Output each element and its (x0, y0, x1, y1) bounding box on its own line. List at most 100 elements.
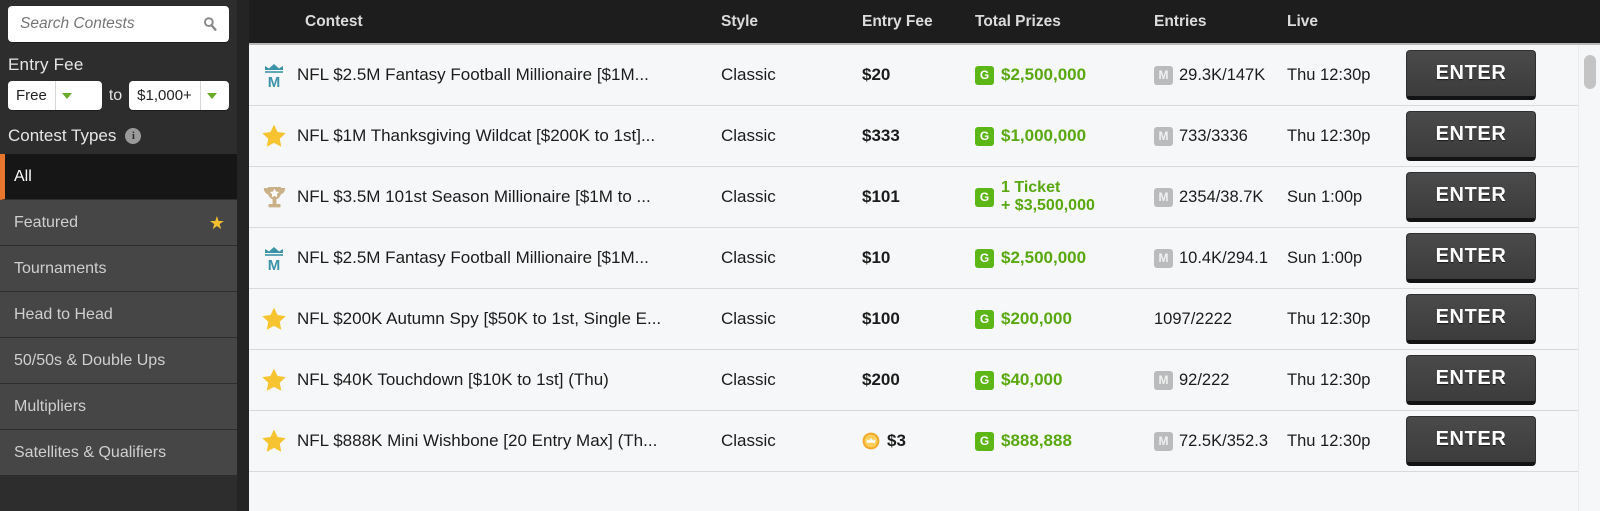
cell-contest[interactable]: NFL $3.5M 101st Season Millionaire [$1M … (249, 184, 721, 211)
star-icon (262, 124, 286, 147)
sidebar-item-label: 50/50s & Double Ups (14, 351, 166, 369)
millionaire-crown-icon: M (265, 64, 283, 89)
search-box[interactable] (8, 6, 229, 42)
sidebar-item-all[interactable]: All (0, 154, 237, 200)
contest-type-icon: M (259, 61, 289, 89)
search-input[interactable] (8, 6, 229, 42)
table-row-partial[interactable] (249, 472, 1600, 511)
multi-entry-badge-icon: M (1154, 126, 1173, 146)
cell-contest[interactable]: NFL $40K Touchdown [$10K to 1st] (Thu) (249, 367, 721, 393)
style-value: Classic (721, 248, 776, 267)
cell-contest[interactable]: NFL $1M Thanksgiving Wildcat [$200K to 1… (249, 123, 721, 149)
cell-action: ENTER (1406, 233, 1600, 283)
cell-entries: M 2354/38.7K (1154, 187, 1287, 207)
contest-name[interactable]: NFL $3.5M 101st Season Millionaire [$1M … (297, 187, 651, 207)
live-time: Sun 1:00p (1287, 249, 1363, 267)
cell-contest[interactable]: NFL $888K Mini Wishbone [20 Entry Max] (… (249, 428, 721, 454)
column-header-entry-fee[interactable]: Entry Fee (862, 13, 975, 31)
contest-type-icon (259, 367, 289, 393)
cell-action: ENTER (1406, 416, 1600, 466)
column-header-style[interactable]: Style (721, 13, 862, 31)
sidebar-item-tournaments[interactable]: Tournaments (0, 246, 237, 292)
cell-contest[interactable]: NFL $200K Autumn Spy [$50K to 1st, Singl… (249, 306, 721, 332)
svg-text:M: M (268, 257, 281, 272)
search-container (0, 0, 237, 42)
search-icon[interactable] (201, 15, 219, 33)
prize-line: + $3,500,000 (1001, 197, 1095, 214)
cell-entry-fee: $3 (862, 431, 975, 451)
enter-button[interactable]: ENTER (1406, 416, 1536, 466)
scrollbar-thumb[interactable] (1584, 55, 1596, 89)
contest-type-icon (259, 306, 289, 332)
multi-entry-badge-icon: M (1154, 65, 1173, 85)
entries-value: 2354/38.7K (1179, 187, 1264, 206)
column-header-live[interactable]: Live (1287, 13, 1406, 31)
cell-total-prizes: G $2,500,000 (975, 248, 1154, 268)
entries-value: 29.3K/147K (1179, 65, 1266, 84)
live-time: Sun 1:00p (1287, 188, 1363, 206)
table-header-row: Contest Style Entry Fee Total Prizes Ent… (249, 0, 1600, 45)
vertical-scrollbar[interactable] (1578, 45, 1600, 511)
multi-entry-badge-icon: M (1154, 370, 1173, 390)
entry-fee-max-select[interactable]: $1,000+ (129, 81, 229, 110)
cell-live: Thu 12:30p (1287, 370, 1406, 390)
contest-name[interactable]: NFL $888K Mini Wishbone [20 Entry Max] (… (297, 431, 657, 451)
entry-fee-filter: Free to $1,000+ (0, 81, 237, 110)
cell-action: ENTER (1406, 172, 1600, 222)
cell-entries: M 10.4K/294.1 (1154, 248, 1287, 268)
contest-name[interactable]: NFL $200K Autumn Spy [$50K to 1st, Singl… (297, 309, 661, 329)
prize-badge-icon: G (975, 309, 994, 329)
sidebar-item-head-to-head[interactable]: Head to Head (0, 292, 237, 338)
style-value: Classic (721, 126, 776, 145)
table-row[interactable]: NFL $200K Autumn Spy [$50K to 1st, Singl… (249, 289, 1600, 350)
cell-contest[interactable]: M NFL $2.5M Fantasy Football Millionaire … (249, 244, 721, 272)
sidebar-item-satellites-qualifiers[interactable]: Satellites & Qualifiers (0, 430, 237, 476)
entry-fee-min-select[interactable]: Free (8, 81, 102, 110)
sidebar-item-multipliers[interactable]: Multipliers (0, 384, 237, 430)
entry-fee-max-value: $1,000+ (137, 87, 192, 104)
sidebar-table-divider (237, 0, 249, 511)
table-row[interactable]: NFL $3.5M 101st Season Millionaire [$1M … (249, 167, 1600, 228)
live-time: Thu 12:30p (1287, 432, 1371, 450)
cell-action: ENTER (1406, 355, 1600, 405)
table-row[interactable]: NFL $888K Mini Wishbone [20 Entry Max] (… (249, 411, 1600, 472)
info-icon[interactable]: i (125, 128, 142, 144)
column-header-total-prizes[interactable]: Total Prizes (975, 13, 1154, 31)
contest-name[interactable]: NFL $2.5M Fantasy Football Millionaire [… (297, 65, 649, 85)
contest-type-nav: All Featured ★ Tournaments Head to Head … (0, 154, 237, 476)
entries-value: 1097/2222 (1154, 309, 1232, 328)
enter-button[interactable]: ENTER (1406, 50, 1536, 100)
cell-contest[interactable]: M NFL $2.5M Fantasy Football Millionaire … (249, 61, 721, 89)
cell-action: ENTER (1406, 111, 1600, 161)
sidebar-item-5050s-double-ups[interactable]: 50/50s & Double Ups (0, 338, 237, 384)
enter-button[interactable]: ENTER (1406, 111, 1536, 161)
table-row[interactable]: NFL $40K Touchdown [$10K to 1st] (Thu) Cl… (249, 350, 1600, 411)
cell-entries: M 72.5K/352.3 (1154, 431, 1287, 451)
table-row[interactable]: M NFL $2.5M Fantasy Football Millionaire … (249, 228, 1600, 289)
enter-button[interactable]: ENTER (1406, 355, 1536, 405)
entries-value: 72.5K/352.3 (1179, 431, 1268, 450)
sidebar-item-label: Tournaments (14, 259, 107, 277)
cell-style: Classic (721, 248, 862, 268)
chevron-down-icon[interactable] (54, 81, 79, 110)
cell-live: Thu 12:30p (1287, 431, 1406, 451)
column-header-contest[interactable]: Contest (249, 13, 721, 31)
contest-name[interactable]: NFL $40K Touchdown [$10K to 1st] (Thu) (297, 370, 609, 390)
entry-fee-value: $101 (862, 187, 900, 206)
chevron-down-icon[interactable] (199, 81, 224, 110)
star-icon (262, 307, 286, 330)
cell-style: Classic (721, 309, 862, 329)
svg-text:M: M (268, 74, 281, 89)
enter-button[interactable]: ENTER (1406, 233, 1536, 283)
entries-value: 733/3336 (1179, 126, 1248, 145)
table-row[interactable]: M NFL $2.5M Fantasy Football Millionaire … (249, 45, 1600, 106)
prize-amount: $40,000 (1001, 370, 1063, 389)
enter-button[interactable]: ENTER (1406, 294, 1536, 344)
contest-name[interactable]: NFL $2.5M Fantasy Football Millionaire [… (297, 248, 649, 268)
sidebar-item-label: All (14, 167, 32, 185)
enter-button[interactable]: ENTER (1406, 172, 1536, 222)
sidebar-item-featured[interactable]: Featured ★ (0, 200, 237, 246)
table-row[interactable]: NFL $1M Thanksgiving Wildcat [$200K to 1… (249, 106, 1600, 167)
column-header-entries[interactable]: Entries (1154, 13, 1287, 31)
contest-name[interactable]: NFL $1M Thanksgiving Wildcat [$200K to 1… (297, 126, 655, 146)
